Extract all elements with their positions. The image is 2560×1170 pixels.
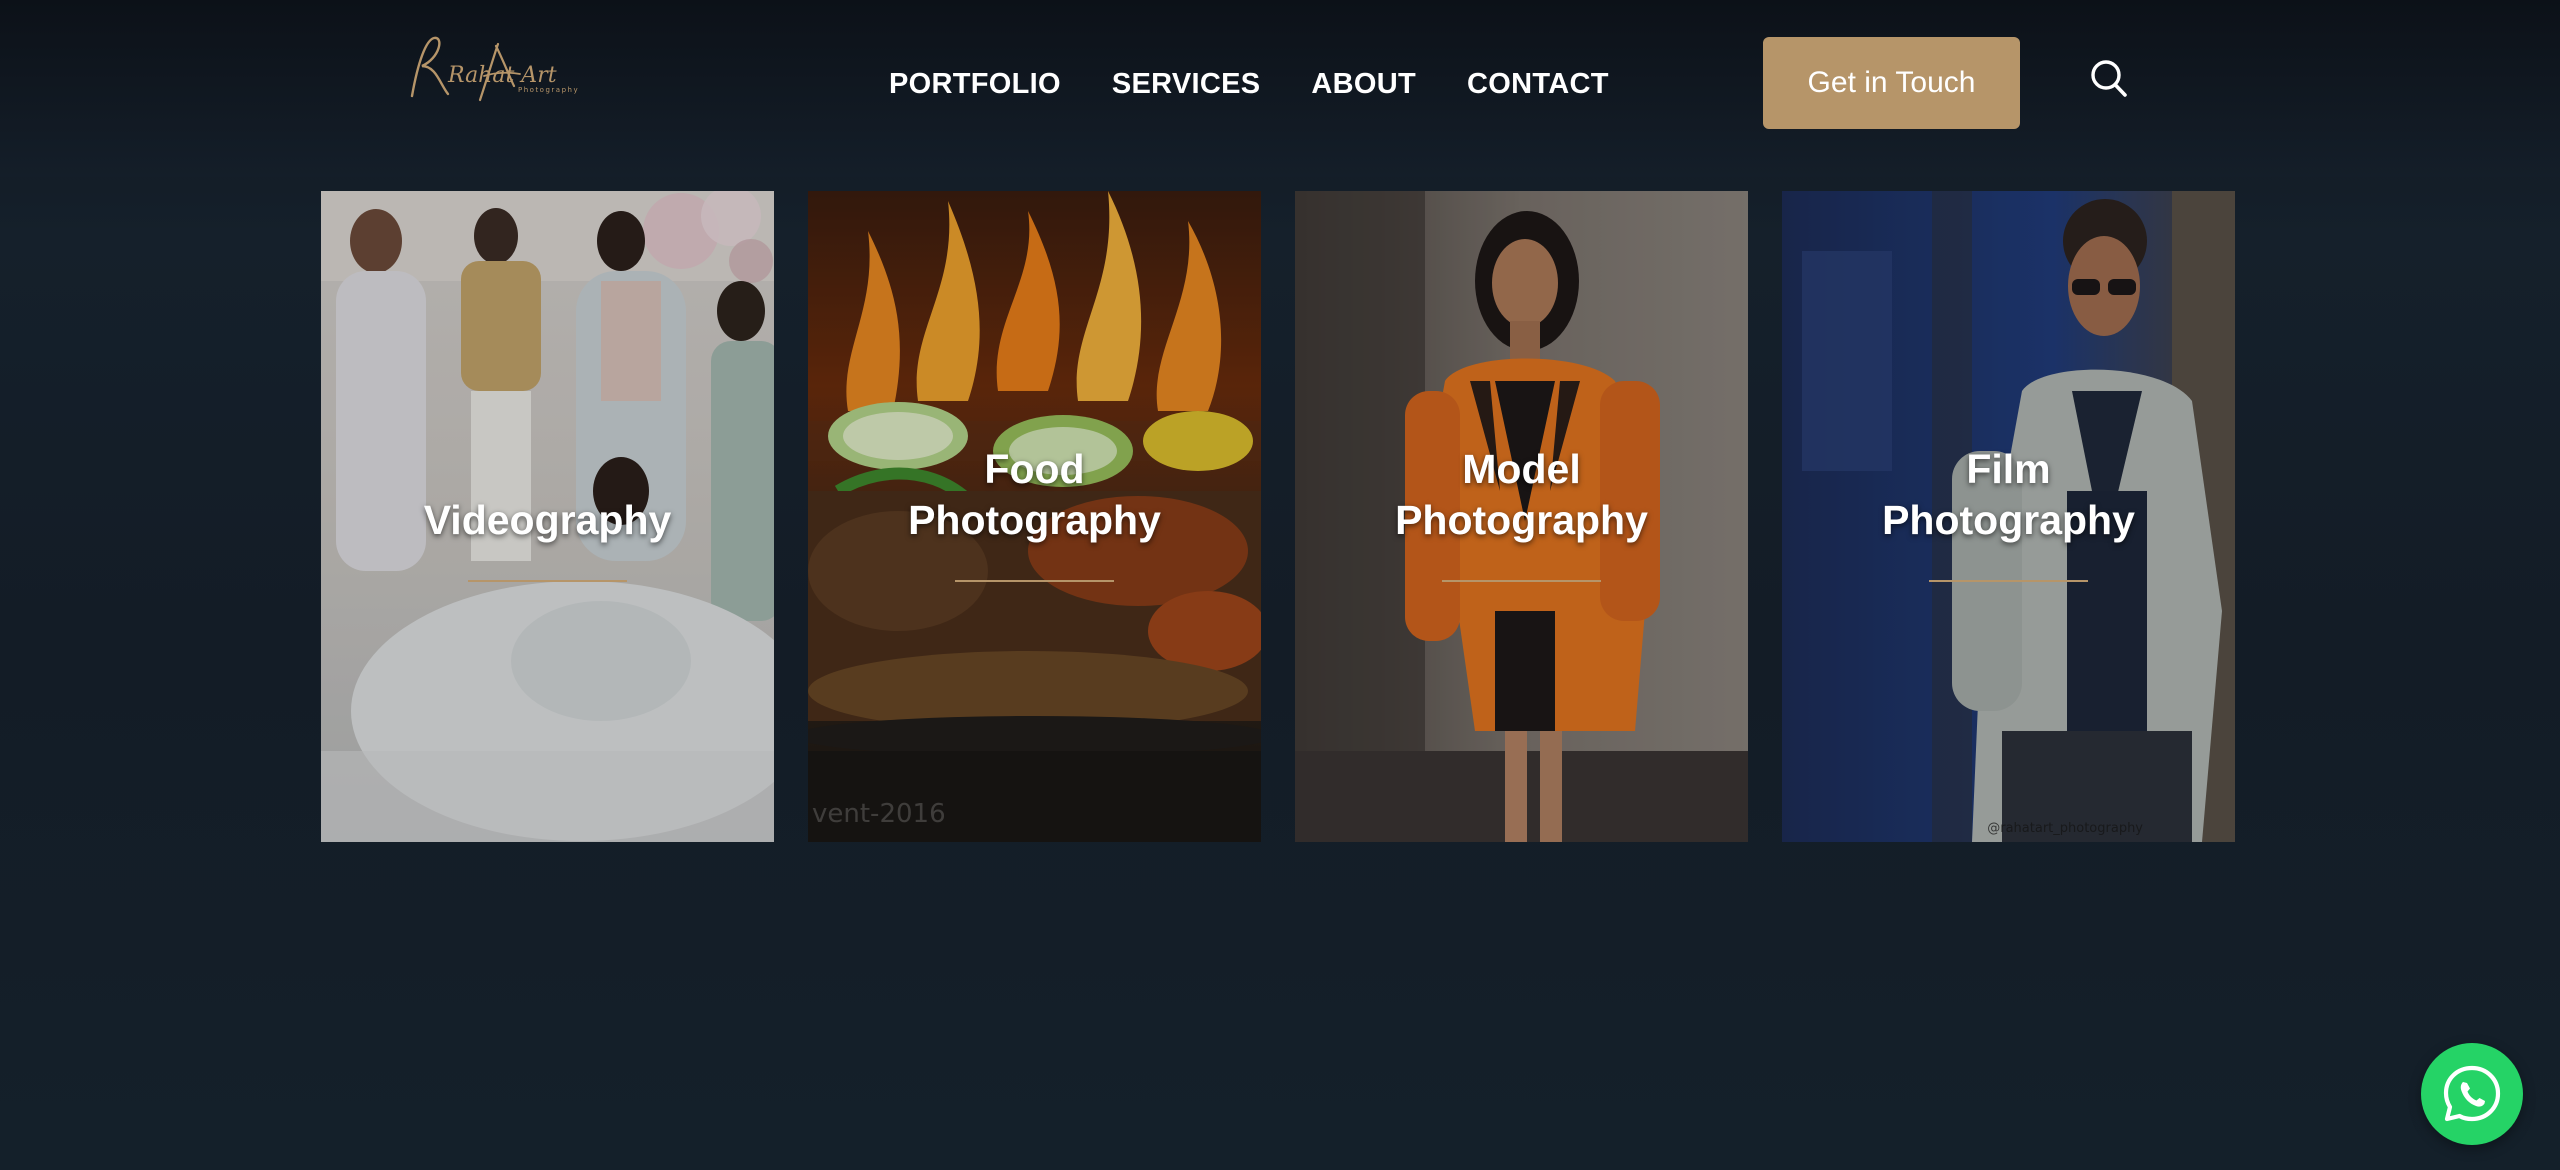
card-divider [1442, 580, 1601, 582]
photo-credit: @rahatart_photography [1987, 821, 2143, 836]
image-watermark: vent-2016 [812, 799, 946, 829]
card-divider [955, 580, 1114, 582]
logo[interactable]: Rahat Art Photography [400, 22, 600, 112]
search-icon[interactable] [2087, 57, 2131, 101]
card-model-photography[interactable]: Model Photography [1295, 191, 1748, 842]
card-title: Food Photography [908, 446, 1161, 543]
card-film-photography[interactable]: Film Photography @rahatart_photography [1782, 191, 2235, 842]
card-divider [468, 580, 627, 582]
logo-mark: Rahat Art Photography [410, 36, 579, 102]
card-food-photography[interactable]: Food Photography vent-2016 [808, 191, 1261, 842]
card-divider [1929, 580, 2088, 582]
page: Rahat Art Photography PORTFOLIO SERVICES… [0, 0, 2560, 1170]
card-title: Videography [423, 497, 672, 543]
get-in-touch-button[interactable]: Get in Touch [1763, 37, 2020, 129]
logo-small-text: Photography [518, 86, 579, 94]
whatsapp-button[interactable] [2421, 1043, 2523, 1145]
site-header: Rahat Art Photography PORTFOLIO SERVICES… [0, 0, 2560, 177]
logo-script-text: Rahat Art [447, 63, 557, 88]
card-title: Film Photography [1882, 446, 2135, 543]
whatsapp-icon [2443, 1065, 2501, 1122]
main-nav: PORTFOLIO SERVICES ABOUT CONTACT [889, 62, 1660, 106]
nav-services[interactable]: SERVICES [1112, 68, 1261, 101]
card-title: Model Photography [1395, 446, 1648, 543]
nav-about[interactable]: ABOUT [1311, 68, 1416, 101]
nav-portfolio[interactable]: PORTFOLIO [889, 68, 1061, 101]
nav-contact[interactable]: CONTACT [1467, 68, 1609, 101]
card-videography[interactable]: Videography [321, 191, 774, 842]
